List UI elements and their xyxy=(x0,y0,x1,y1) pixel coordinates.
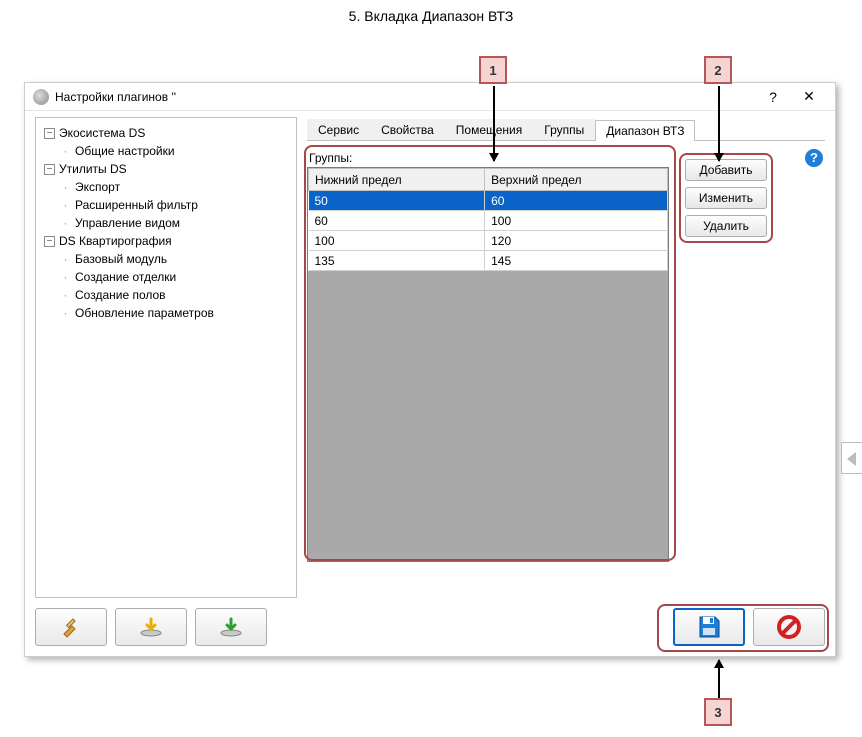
cell-lower[interactable]: 50 xyxy=(309,191,485,211)
collapse-icon[interactable]: − xyxy=(44,236,55,247)
import-button[interactable] xyxy=(195,608,267,646)
tree-node-create-finish[interactable]: · Создание отделки xyxy=(60,268,292,286)
table-row[interactable]: 60 100 xyxy=(309,211,668,231)
tree-label: DS Квартирография xyxy=(59,234,172,248)
tab-groups[interactable]: Группы xyxy=(533,119,595,140)
cell-upper[interactable]: 120 xyxy=(485,231,668,251)
callout-1-arrow xyxy=(493,86,495,161)
titlebar: Настройки плагинов '' ? ✕ xyxy=(25,83,835,111)
clean-button[interactable] xyxy=(35,608,107,646)
tree-node-create-floors[interactable]: · Создание полов xyxy=(60,286,292,304)
help-button[interactable]: ? xyxy=(755,89,791,105)
tree-node-base-module[interactable]: · Базовый модуль xyxy=(60,250,292,268)
callout-1: 1 xyxy=(479,56,507,84)
tree-label: Базовый модуль xyxy=(75,252,167,266)
tree-leaf-icon: · xyxy=(60,178,71,196)
right-panel: Сервис Свойства Помещения Группы Диапазо… xyxy=(307,117,825,598)
tab-properties[interactable]: Свойства xyxy=(370,119,445,140)
tree-leaf-icon: · xyxy=(60,196,71,214)
tree-label: Экспорт xyxy=(75,180,120,194)
folder-import-icon xyxy=(219,615,243,639)
tab-content: ? Группы: Нижний предел Верхний предел xyxy=(307,141,825,598)
callout-3: 3 xyxy=(704,698,732,726)
tree-node-apartment[interactable]: −DS Квартирография · Базовый модуль · Созд… xyxy=(44,232,292,322)
callout-2: 2 xyxy=(704,56,732,84)
nav-tree: −Экосистема DS ·Общие настройки −Утилиты… xyxy=(40,124,292,322)
tree-label: Экосистема DS xyxy=(59,126,145,140)
add-button[interactable]: Добавить xyxy=(685,159,767,181)
dialog-window: Настройки плагинов '' ? ✕ −Экосистема DS… xyxy=(24,82,836,657)
save-icon xyxy=(696,614,722,640)
cancel-icon xyxy=(776,614,802,640)
cell-lower[interactable]: 100 xyxy=(309,231,485,251)
tab-range-vtz[interactable]: Диапазон ВТЗ xyxy=(595,120,695,141)
collapse-icon[interactable]: − xyxy=(44,128,55,139)
tree-node-general-settings[interactable]: · Общие настройки xyxy=(60,142,292,160)
tree-leaf-icon: · xyxy=(60,286,71,304)
col-lower-header[interactable]: Нижний предел xyxy=(309,169,485,191)
range-grid[interactable]: Нижний предел Верхний предел 50 60 xyxy=(308,168,668,271)
tab-service[interactable]: Сервис xyxy=(307,119,370,140)
tree-label: Создание отделки xyxy=(75,270,176,284)
tree-node-ecosystem[interactable]: −Экосистема DS · Общие настройки xyxy=(44,124,292,160)
tree-leaf-icon: · xyxy=(60,304,71,322)
side-buttons: Добавить Изменить Удалить xyxy=(685,159,767,237)
bottom-toolbar xyxy=(35,606,825,648)
cell-upper[interactable]: 100 xyxy=(485,211,668,231)
tree-label: Общие настройки xyxy=(75,144,175,158)
tree-label: Создание полов xyxy=(75,288,166,302)
callout-2-arrow xyxy=(718,86,720,161)
doc-heading: 5. Вкладка Диапазон ВТЗ xyxy=(0,0,862,24)
tree-label: Обновление параметров xyxy=(75,306,214,320)
cell-upper[interactable]: 145 xyxy=(485,251,668,271)
grid-container: Нижний предел Верхний предел 50 60 xyxy=(307,167,669,562)
tree-leaf-icon: · xyxy=(60,268,71,286)
table-row[interactable]: 135 145 xyxy=(309,251,668,271)
col-upper-header[interactable]: Верхний предел xyxy=(485,169,668,191)
edit-button[interactable]: Изменить xyxy=(685,187,767,209)
table-row[interactable]: 100 120 xyxy=(309,231,668,251)
app-icon xyxy=(33,89,49,105)
load-button[interactable] xyxy=(115,608,187,646)
cell-upper[interactable]: 60 xyxy=(485,191,668,211)
tab-rooms[interactable]: Помещения xyxy=(445,119,533,140)
tree-node-export[interactable]: · Экспорт xyxy=(60,178,292,196)
folder-open-icon xyxy=(139,615,163,639)
cell-lower[interactable]: 135 xyxy=(309,251,485,271)
tree-node-view-control[interactable]: · Управление видом xyxy=(60,214,292,232)
tree-node-utilities[interactable]: −Утилиты DS · Экспорт · Расширенный фильтр… xyxy=(44,160,292,232)
page-side-tab[interactable] xyxy=(841,442,862,474)
tree-leaf-icon: · xyxy=(60,250,71,268)
cell-lower[interactable]: 60 xyxy=(309,211,485,231)
tree-leaf-icon: · xyxy=(60,142,71,160)
brush-icon xyxy=(59,615,83,639)
tree-node-update-params[interactable]: · Обновление параметров xyxy=(60,304,292,322)
window-title: Настройки плагинов '' xyxy=(55,90,755,104)
tree-leaf-icon: · xyxy=(60,214,71,232)
cancel-button[interactable] xyxy=(753,608,825,646)
collapse-icon[interactable]: − xyxy=(44,164,55,175)
close-button[interactable]: ✕ xyxy=(791,88,827,105)
tree-label: Управление видом xyxy=(75,216,180,230)
tree-label: Утилиты DS xyxy=(59,162,127,176)
delete-button[interactable]: Удалить xyxy=(685,215,767,237)
tree-panel: −Экосистема DS ·Общие настройки −Утилиты… xyxy=(35,117,297,598)
table-row[interactable]: 50 60 xyxy=(309,191,668,211)
tab-bar: Сервис Свойства Помещения Группы Диапазо… xyxy=(307,117,825,141)
tree-node-advanced-filter[interactable]: · Расширенный фильтр xyxy=(60,196,292,214)
save-button[interactable] xyxy=(673,608,745,646)
callout-3-arrow xyxy=(718,660,720,698)
tree-label: Расширенный фильтр xyxy=(75,198,198,212)
